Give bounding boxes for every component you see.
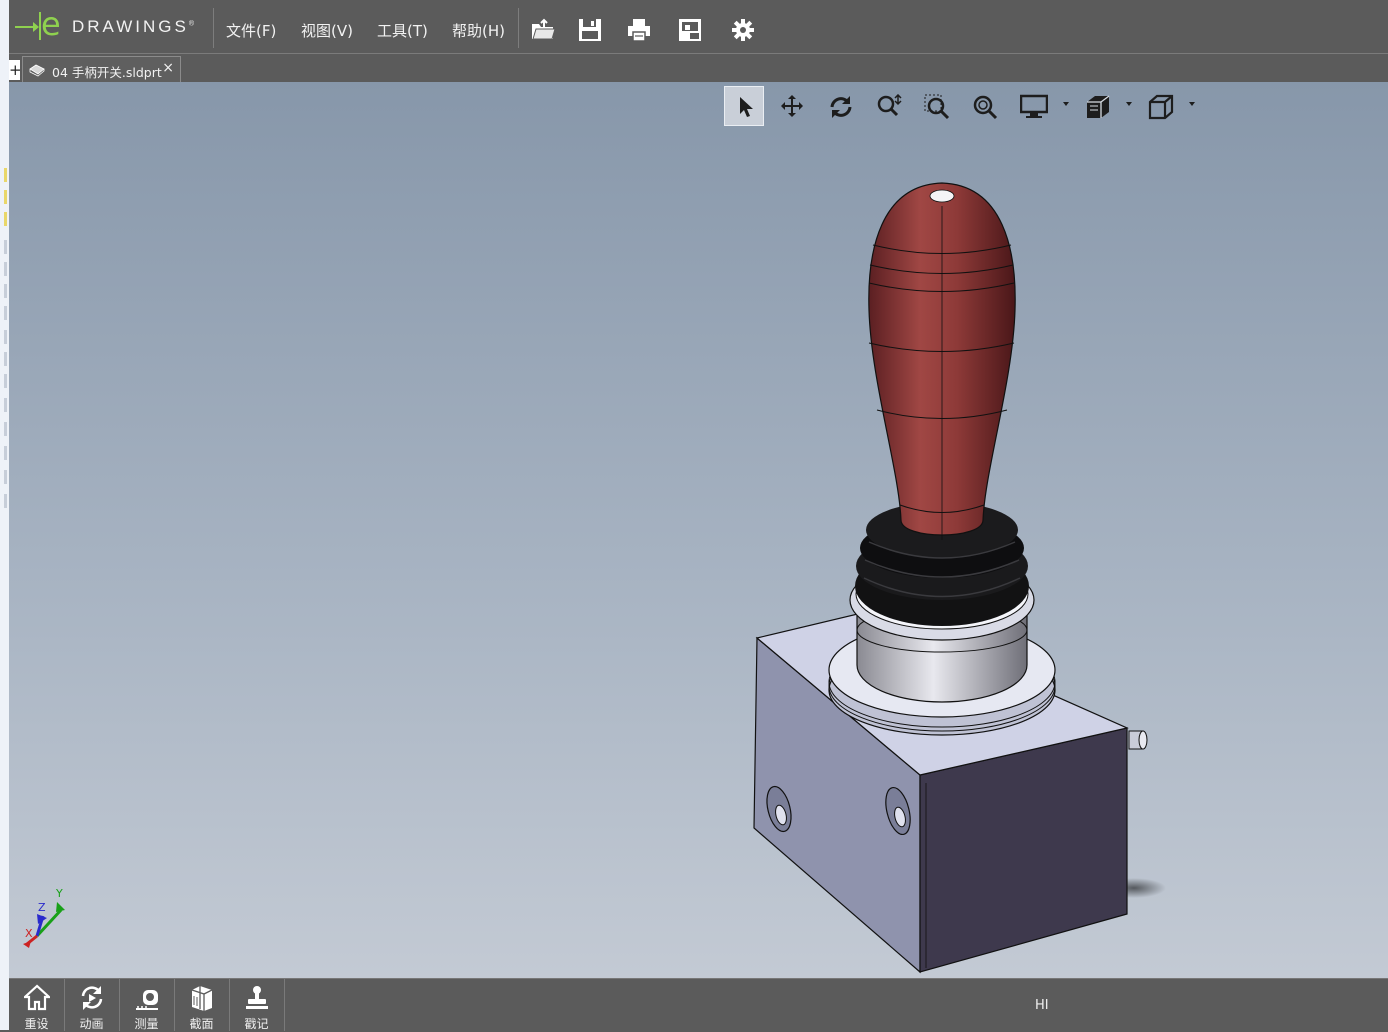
menu-tools[interactable]: 工具(T) <box>377 20 428 41</box>
menu-help[interactable]: 帮助(H) <box>452 20 505 41</box>
bottom-toolbar: 重设 动画 测量 截面 戳记 HI <box>9 978 1388 1031</box>
tab-close-icon[interactable]: × <box>162 60 174 76</box>
new-tab-button[interactable]: + <box>9 60 22 80</box>
section-label: 截面 <box>189 1017 214 1031</box>
settings-gear-icon[interactable] <box>730 17 756 43</box>
document-tab[interactable]: 04 手柄开关.sldprt × <box>22 56 181 83</box>
stamp-icon <box>246 986 268 1009</box>
logo-text: DRAWINGS® <box>72 17 195 36</box>
measure-label: 测量 <box>134 1017 159 1031</box>
save-icon[interactable] <box>577 17 603 43</box>
edrawings-logo: e DRAWINGS® <box>15 5 213 46</box>
menu-bar: e DRAWINGS® 文件(F) 视图(V) 工具(T) 帮助(H) <box>9 0 1388 54</box>
print-icon[interactable] <box>626 17 652 43</box>
menu-file[interactable]: 文件(F) <box>226 20 276 41</box>
reset-label: 重设 <box>24 1017 49 1031</box>
document-tab-label: 04 手柄开关.sldprt <box>52 65 162 80</box>
joystick-model[interactable] <box>9 82 1388 978</box>
axis-triad: Y Z X <box>23 887 65 948</box>
status-text: HI <box>1035 998 1049 1013</box>
stamp-button[interactable]: 戳记 <box>229 979 285 1031</box>
triad-y-label: Y <box>55 887 63 900</box>
menu-view[interactable]: 视图(V) <box>301 20 353 41</box>
document-tab-bar: + 04 手柄开关.sldprt × <box>9 54 1388 83</box>
animate-label: 动画 <box>79 1017 104 1031</box>
3d-viewport[interactable]: Y Z X <box>9 82 1388 978</box>
triad-z-label: Z <box>38 901 46 914</box>
part-file-icon <box>29 64 45 77</box>
measure-icon <box>136 990 158 1010</box>
open-folder-icon[interactable] <box>530 17 556 43</box>
animate-icon <box>81 986 103 1010</box>
stamp-label: 戳记 <box>244 1017 269 1031</box>
home-icon <box>24 984 50 1011</box>
measure-button[interactable]: 测量 <box>119 979 175 1031</box>
sheet-format-icon[interactable] <box>677 17 703 43</box>
section-button[interactable]: 截面 <box>174 979 230 1031</box>
animate-button[interactable]: 动画 <box>64 979 120 1031</box>
triad-x-label: X <box>25 927 33 940</box>
section-icon <box>191 986 213 1011</box>
reset-button[interactable]: 重设 <box>9 979 65 1031</box>
